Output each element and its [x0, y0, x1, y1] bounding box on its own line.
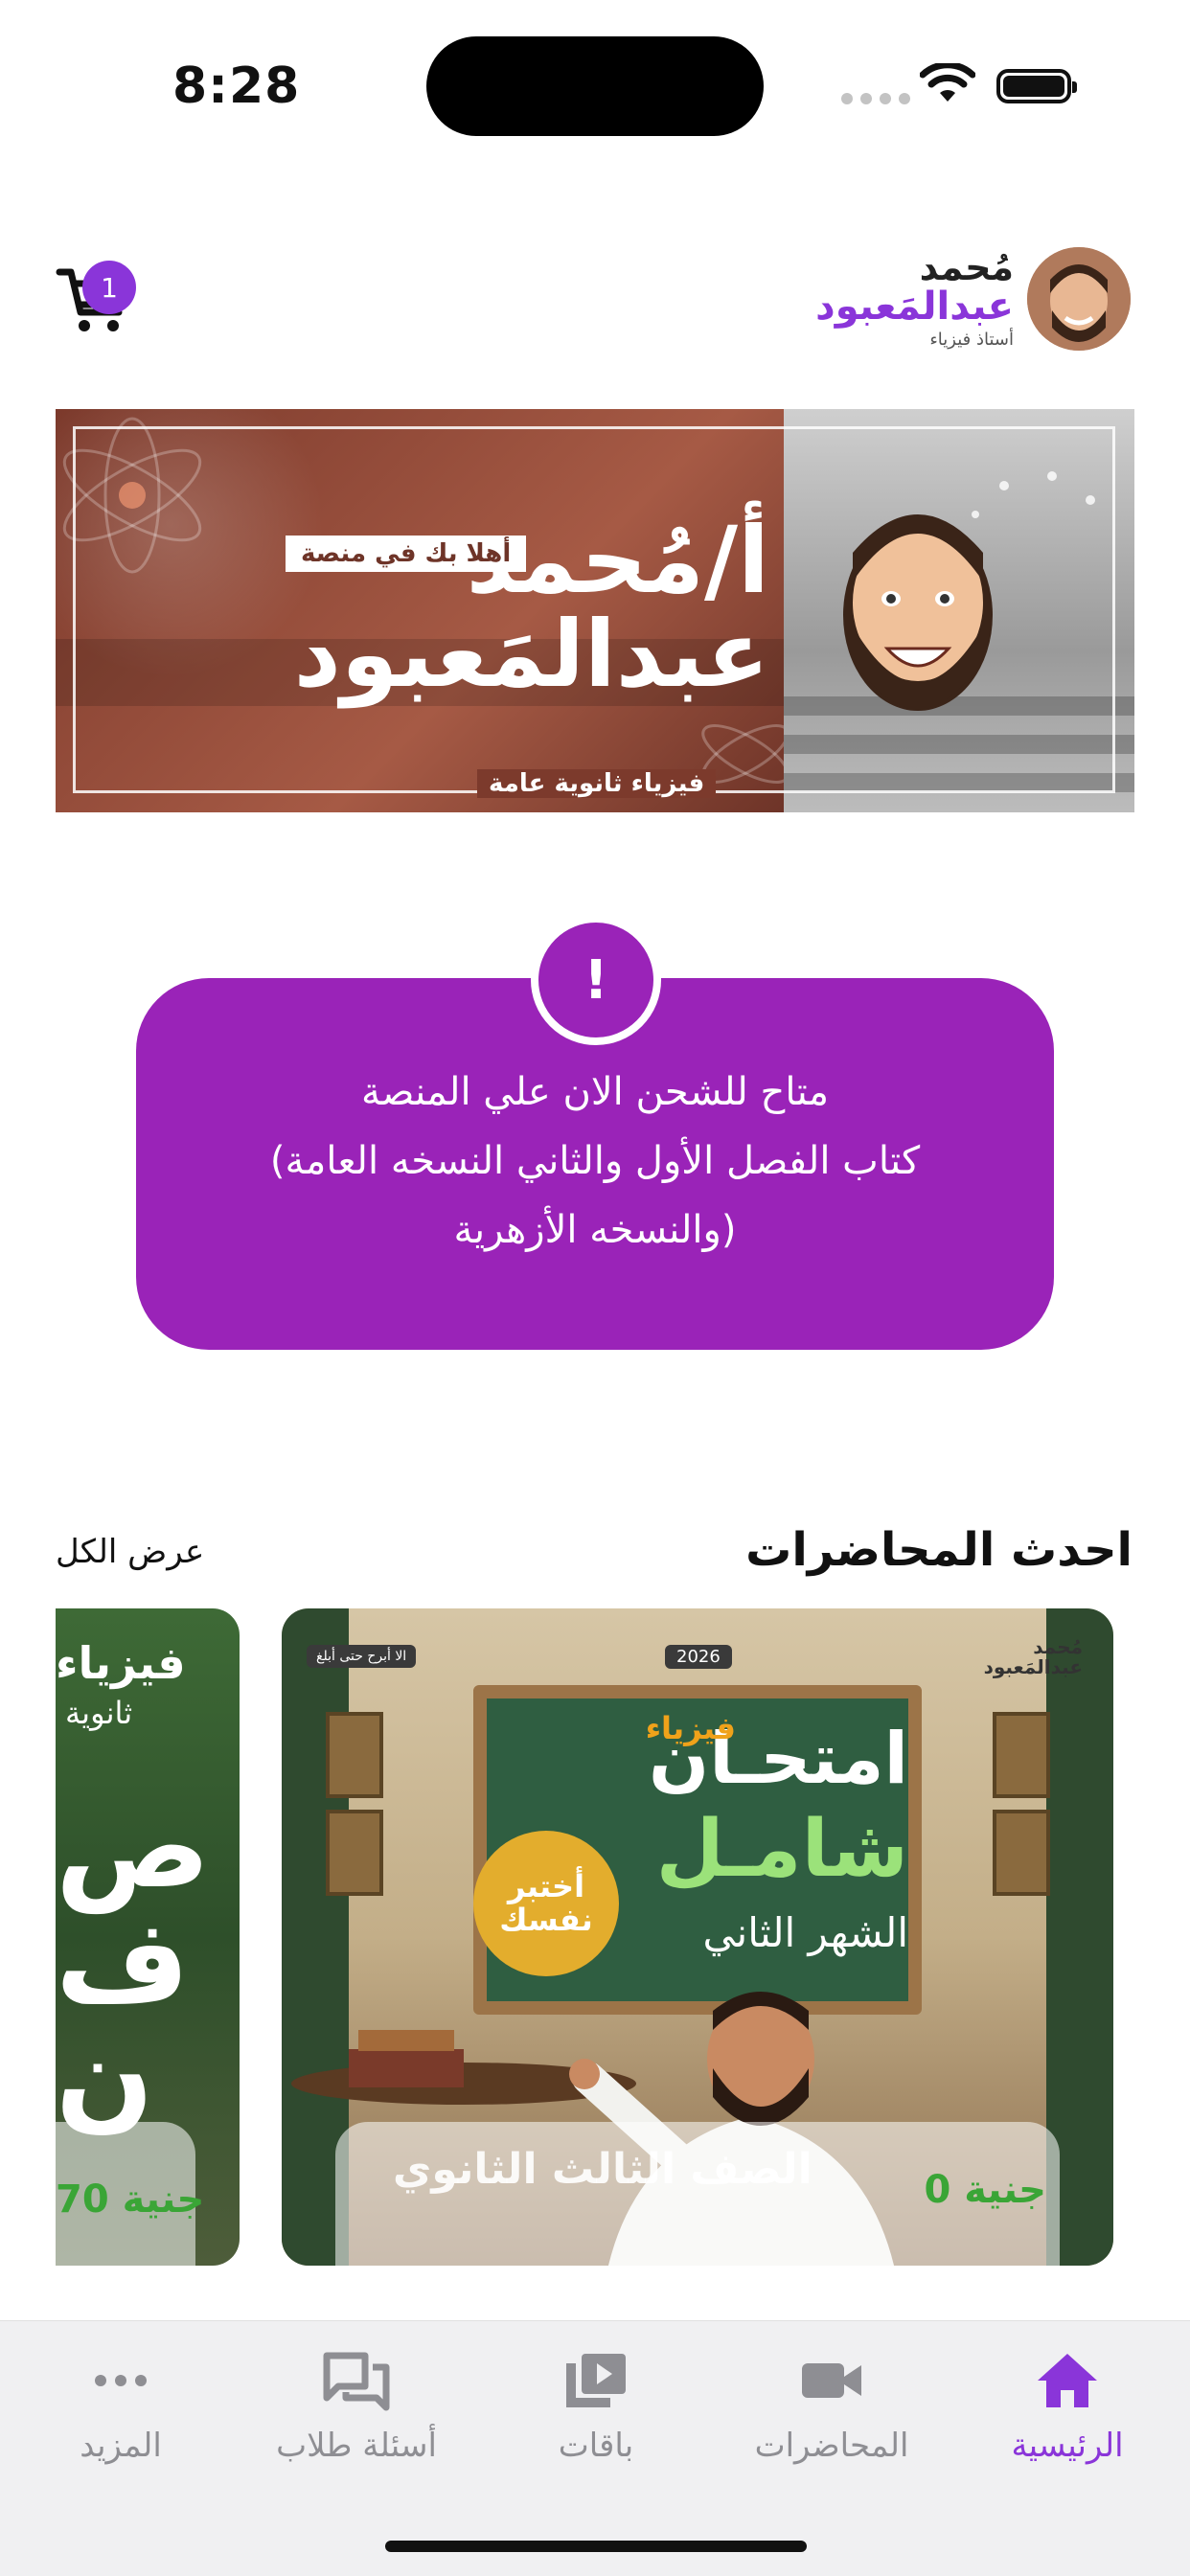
brand-name-line1: مُحمد [919, 246, 1014, 288]
signal-icon [841, 93, 910, 104]
alert-icon: ! [531, 915, 661, 1045]
tab-lectures[interactable]: المحاضرات [726, 2350, 937, 2465]
status-time: 8:28 [172, 57, 301, 115]
battery-icon [996, 69, 1077, 103]
card-title: فيزياء [56, 1637, 186, 1689]
more-dots-icon [95, 2375, 147, 2386]
home-icon [1038, 2354, 1097, 2407]
avatar [1027, 247, 1131, 351]
teacher-caricature [843, 514, 993, 711]
hero-banner[interactable]: أ/مُحمد عبدالمَعبود أهلا بك في منصة فيزي… [56, 409, 1134, 812]
bottom-tab-bar: الرئيسية المحاضرات باقات أسئلة طلاب المز… [0, 2320, 1190, 2576]
tab-label: المزيد [80, 2427, 162, 2465]
wifi-icon [920, 63, 975, 102]
tab-label: أسئلة طلاب [276, 2427, 437, 2465]
view-all-link[interactable]: عرض الكل [56, 1533, 204, 1571]
card-year-badge: 2026 [665, 1645, 732, 1669]
tab-student-questions[interactable]: أسئلة طلاب [251, 2350, 462, 2465]
card-subtitle: ثانوية [65, 1695, 133, 1731]
brand-name-line2: عبدالمَعبود [815, 285, 1014, 329]
tab-label: باقات [558, 2427, 634, 2465]
video-camera-icon [802, 2363, 861, 2398]
notice-line-3: والنسخه الأزهرية) [453, 1208, 737, 1252]
tab-packages[interactable]: باقات [491, 2350, 701, 2465]
home-indicator [385, 2541, 807, 2552]
tab-label: المحاضرات [754, 2427, 909, 2465]
brand-logo: مُحمد عبدالمَعبود أستاذ فيزياء [815, 247, 1131, 351]
tab-home[interactable]: الرئيسية [962, 2350, 1173, 2465]
lecture-card[interactable]: فيزياء ثانوية ص ف ن 70 جنية [56, 1608, 240, 2266]
tab-more[interactable]: المزيد [15, 2350, 226, 2465]
section-title-latest-lectures: احدث المحاضرات [745, 1523, 1133, 1577]
card-brand-logo: مُحمد عبدالمَعبود [983, 1635, 1083, 1678]
tab-label: الرئيسية [1011, 2427, 1124, 2465]
playlist-icon [566, 2354, 626, 2407]
banner-subtitle: فيزياء ثانوية عامة [477, 769, 717, 798]
notice-line-2: (كتاب الفصل الأول والثاني النسخه العامة [269, 1139, 921, 1183]
chat-bubbles-icon [323, 2352, 390, 2411]
notice-line-1: متاح للشحن الان علي المنصة [360, 1070, 830, 1114]
dynamic-island [426, 36, 764, 136]
card-grade: الصف الثالث الثانوي [393, 2145, 812, 2194]
banner-welcome: أهلا بك في منصة [286, 536, 527, 572]
card-price: 0 جنية [924, 2168, 1046, 2212]
card-cover-text: ص ف ن [56, 1781, 211, 2144]
banner-title-line2: عبدالمَعبود [293, 601, 769, 708]
board-subject: فيزياء [645, 1710, 736, 1746]
cart-count-badge: 1 [82, 261, 136, 314]
lecture-card[interactable]: الا أبرح حتى أبلغ 2026 مُحمد عبدالمَعبود… [282, 1608, 1113, 2266]
card-motto-tag: الا أبرح حتى أبلغ [307, 1645, 417, 1668]
card-price: 70 جنية [56, 2177, 205, 2222]
brand-tagline: أستاذ فيزياء [929, 330, 1014, 350]
